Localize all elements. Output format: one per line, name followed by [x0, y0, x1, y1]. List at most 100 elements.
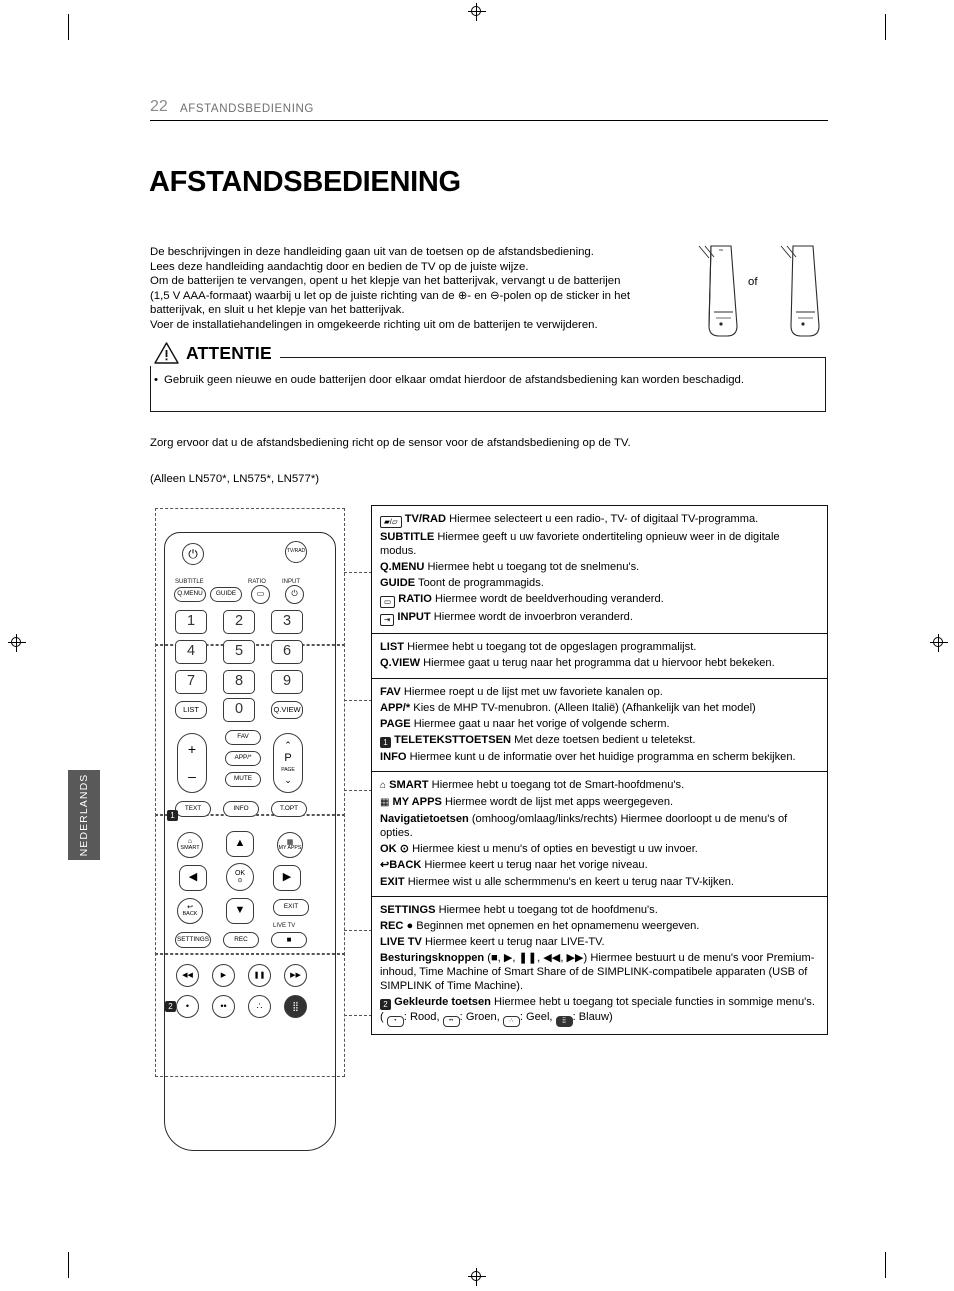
remote-myapps-button[interactable]: ▦ MY APPS: [277, 832, 303, 858]
remote-number-0-button[interactable]: 0: [223, 698, 255, 722]
remote-color-blue-button[interactable]: ⣿: [284, 995, 307, 1018]
remote-settings-button[interactable]: SETTINGS: [175, 932, 211, 948]
attention-bullet: •: [154, 374, 158, 386]
remote-guide-button[interactable]: GUIDE: [210, 587, 242, 602]
desc-exit: EXIT Hiermee wist u alle schermmenu's en…: [380, 875, 734, 888]
desc-qmenu: Q.MENU Hiermee hebt u toegang tot de sne…: [380, 561, 640, 574]
desc-back: ↩BACK Hiermee keert u terug naar het vor…: [380, 859, 648, 872]
remote-power-button[interactable]: ⏻: [182, 543, 204, 565]
remote-qview-button[interactable]: Q.VIEW: [271, 701, 303, 719]
crop-mark-bl-v: [68, 1252, 69, 1278]
tvrad-icon: ▰/▱: [380, 516, 402, 528]
remote-list-button[interactable]: LIST: [175, 701, 207, 719]
remote-number-4-button[interactable]: 4: [175, 640, 207, 664]
remote-ok-button[interactable]: OK ⊙: [226, 863, 254, 891]
registration-mark-bottom: [468, 1268, 486, 1286]
intro-line-6: Voer de installatiehandelingen in omgeke…: [150, 318, 598, 331]
remote-exit-button[interactable]: EXIT: [273, 899, 309, 916]
remote-ratio-label: RATIO: [248, 579, 266, 585]
desc-rec: REC ● Beginnen met opnemen en het opname…: [380, 919, 700, 932]
connector-group-4: [344, 930, 372, 931]
desc-navigation: Navigatietoetsen (omhoog/omlaag/links/re…: [380, 813, 788, 840]
crop-mark-tl-v: [68, 14, 69, 40]
desc-info: INFO Hiermee kunt u de informatie over h…: [380, 750, 796, 763]
remote-number-2-button[interactable]: 2: [223, 610, 255, 634]
desc-fav: FAV Hiermee roept u de lijst met uw favo…: [380, 685, 663, 698]
ratio-icon: ▭: [380, 596, 396, 609]
remote-play-button[interactable]: ▶: [212, 964, 235, 987]
color-yellow-icon: ∴: [502, 1016, 520, 1028]
remote-number-6-button[interactable]: 6: [271, 640, 303, 664]
remote-topt-button[interactable]: T.OPT: [271, 801, 307, 817]
desc-smart: ⌂ SMART Hiermee hebt u toegang tot de Sm…: [380, 778, 685, 791]
remote-fav-button[interactable]: FAV: [225, 730, 261, 745]
desc-tvrad: ▰/▱ TV/RAD Hiermee selecteert u een radi…: [380, 512, 819, 528]
desc-control-buttons: Besturingsknoppen (■, ▶, ❚❚, ◀◀, ▶▶) Hie…: [380, 951, 815, 993]
remote-color-green-button[interactable]: ••: [212, 995, 235, 1018]
remote-fastforward-button[interactable]: ▶▶: [284, 964, 307, 987]
remote-info-button[interactable]: INFO: [223, 801, 259, 817]
remote-stop-button[interactable]: ■: [271, 932, 307, 948]
remote-color-yellow-button[interactable]: ∴: [248, 995, 271, 1018]
remote-tvrad-button[interactable]: TV/RAD: [285, 541, 307, 563]
remote-badge-2: 2: [165, 1001, 176, 1012]
language-side-tab-label: NEDERLANDS: [78, 773, 90, 857]
remote-ratio-button[interactable]: ▭: [251, 585, 270, 604]
remote-color-red-button[interactable]: •: [176, 995, 199, 1018]
desc-ok: OK ⊙ Hiermee kiest u menu's of opties en…: [380, 843, 698, 856]
remote-nav-down-button[interactable]: ▼: [226, 898, 254, 924]
language-side-tab: NEDERLANDS: [68, 770, 100, 860]
remote-subtitle-label: SUBTITLE: [175, 579, 204, 585]
crop-mark-br-v: [885, 1252, 886, 1278]
remote-battery-illustration: [698, 245, 820, 337]
remote-input-label: INPUT: [282, 579, 300, 585]
desc-page: PAGE Hiermee gaat u naar het vorige of v…: [380, 717, 670, 730]
desc-guide: GUIDE Toont de programmagids.: [380, 577, 544, 590]
remote-volume-rocker[interactable]: + –: [177, 733, 207, 793]
attention-title: ATTENTIE: [186, 342, 272, 363]
attention-header: ATTENTIE: [150, 340, 280, 366]
color-red-icon: •: [386, 1016, 404, 1028]
badge-2-icon: 2: [380, 999, 391, 1011]
remote-livetv-label: LIVE TV: [273, 923, 296, 929]
grid-icon: ▦: [380, 797, 390, 809]
remote-back-button[interactable]: ↩ BACK: [177, 898, 203, 924]
header-divider: [150, 120, 828, 121]
registration-mark-left: [8, 634, 26, 652]
remote-number-3-button[interactable]: 3: [271, 610, 303, 634]
remote-number-7-button[interactable]: 7: [175, 670, 207, 694]
page-title: AFSTANDSBEDIENING: [149, 166, 461, 198]
remote-input-button[interactable]: ⏻: [285, 585, 304, 604]
input-icon: ⇥: [380, 614, 395, 627]
remote-app-button[interactable]: APP/*: [225, 751, 261, 766]
remote-number-9-button[interactable]: 9: [271, 670, 303, 694]
volume-down-icon: –: [188, 768, 196, 784]
warning-triangle-icon: [154, 342, 179, 364]
remote-smart-button[interactable]: ⌂ SMART: [177, 832, 203, 858]
attention-text: Gebruik geen nieuwe en oude batterijen d…: [164, 374, 745, 386]
desc-input: ⇥ INPUT Hiermee wordt de invoerbron vera…: [380, 610, 819, 627]
registration-mark-right: [930, 634, 948, 652]
remote-qmenu-button[interactable]: Q.MENU: [174, 587, 206, 602]
remote-mute-button[interactable]: MUTE: [225, 772, 261, 787]
remote-rec-button[interactable]: REC: [223, 932, 259, 948]
remote-nav-left-button[interactable]: ◀: [179, 865, 207, 891]
volume-up-icon: +: [187, 741, 197, 758]
remote-text-button[interactable]: TEXT: [175, 801, 211, 817]
connector-group-3: [344, 790, 372, 791]
description-group-4: ⌂ SMART Hiermee hebt u toegang tot de Sm…: [372, 772, 827, 897]
intro-line-5: batterijvak, en sluit u het klepje van h…: [150, 304, 405, 317]
attention-text-wrap: • Gebruik geen nieuwe en oude batterijen…: [154, 373, 809, 387]
remote-nav-right-button[interactable]: ▶: [273, 865, 301, 891]
remote-nav-up-button[interactable]: ▲: [226, 831, 254, 857]
remote-page-rocker[interactable]: ⌃ P PAGE ⌄: [273, 733, 303, 793]
remote-pause-button[interactable]: ❚❚: [248, 964, 271, 987]
connector-group-2: [344, 700, 372, 701]
remote-number-8-button[interactable]: 8: [223, 670, 255, 694]
sensor-paragraph: Zorg ervoor dat u de afstandsbediening r…: [150, 437, 631, 449]
connector-group-5: [344, 1015, 372, 1016]
remote-rewind-button[interactable]: ◀◀: [176, 964, 199, 987]
remote-number-5-button[interactable]: 5: [223, 640, 255, 664]
remote-number-1-button[interactable]: 1: [175, 610, 207, 634]
desc-livetv: LIVE TV Hiermee keert u terug naar LIVE-…: [380, 935, 605, 948]
